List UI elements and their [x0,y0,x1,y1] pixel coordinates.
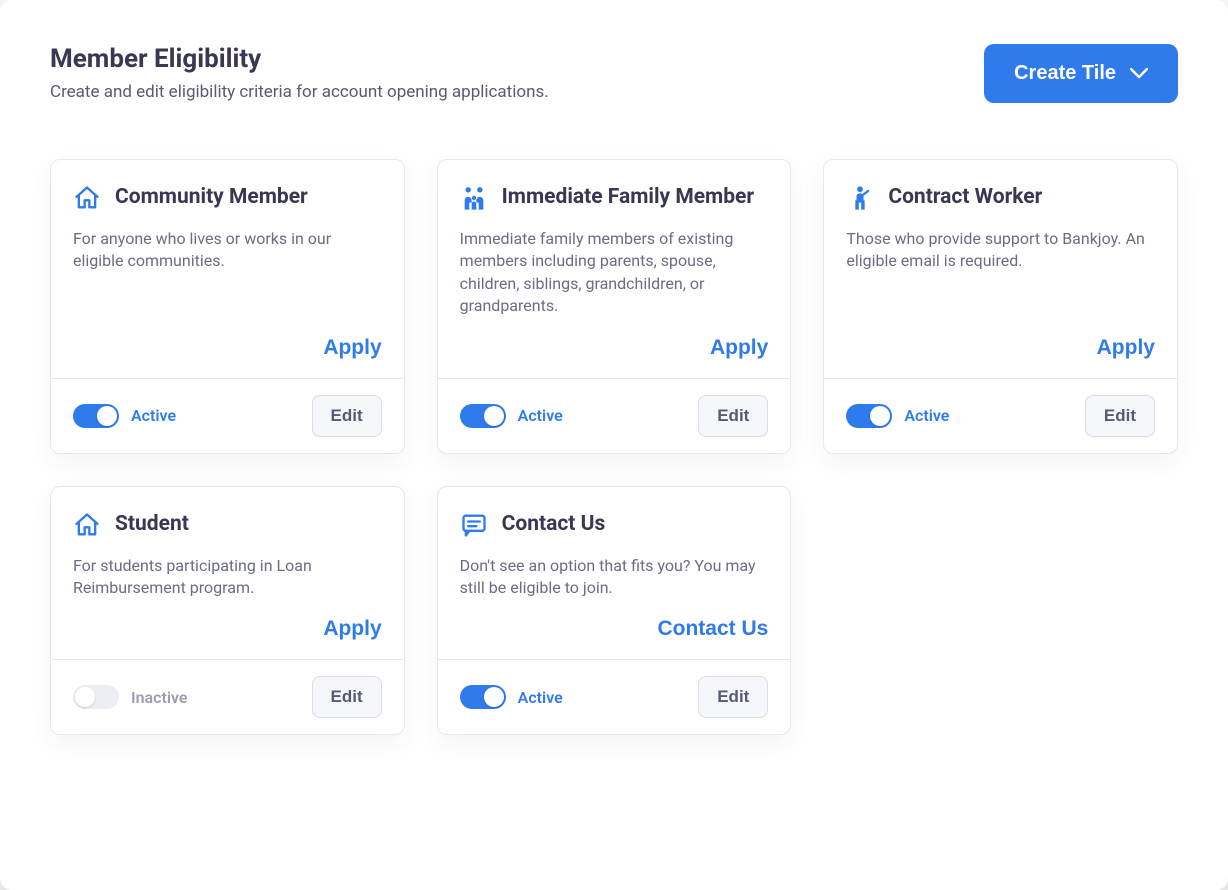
eligibility-tile: Contact Us Don't see an option that fits … [437,486,792,736]
tile-action-row: Contact Us [460,599,769,659]
tile-footer: Active Edit [438,378,791,453]
tile-body: Immediate Family Member Immediate family … [438,160,791,378]
eligibility-tile: Student For students participating in Loa… [50,486,405,736]
status-label: Active [518,406,563,425]
tile-description: For students participating in Loan Reimb… [73,555,382,600]
tile-footer: Active Edit [824,378,1177,453]
edit-button[interactable]: Edit [698,395,768,437]
tile-action-row: Apply [73,318,382,378]
tile-title: Immediate Family Member [502,185,754,210]
active-toggle[interactable] [73,685,119,709]
status-label: Active [131,406,176,425]
tile-title: Contract Worker [888,185,1042,210]
house-icon [73,511,101,539]
page-header-left: Member Eligibility Create and edit eligi… [50,44,549,102]
tile-action-row: Apply [73,599,382,659]
active-toggle[interactable] [846,404,892,428]
tile-title-row: Student [73,511,382,539]
tile-body: Community Member For anyone who lives or … [51,160,404,378]
apply-link[interactable]: Apply [323,617,381,641]
edit-button[interactable]: Edit [312,676,382,718]
family-icon [460,184,488,212]
tile-action-row: Apply [460,318,769,378]
edit-button[interactable]: Edit [698,676,768,718]
tile-footer: Inactive Edit [51,659,404,734]
tile-title-row: Contract Worker [846,184,1155,212]
tile-title-row: Immediate Family Member [460,184,769,212]
status-label: Active [518,688,563,707]
status-group: Active [460,685,563,709]
tile-grid: Community Member For anyone who lives or … [50,159,1178,735]
person-icon [846,184,874,212]
tile-action-row: Apply [846,318,1155,378]
tile-title: Contact Us [502,512,606,537]
tile-title-row: Contact Us [460,511,769,539]
edit-button[interactable]: Edit [1085,395,1155,437]
tile-footer: Active Edit [51,378,404,453]
eligibility-tile: Contract Worker Those who provide support… [823,159,1178,454]
contact-us-link[interactable]: Contact Us [657,617,768,641]
house-icon [73,184,101,212]
page-title: Member Eligibility [50,44,549,74]
chevron-down-icon [1130,62,1148,85]
tile-body: Student For students participating in Loa… [51,487,404,660]
active-toggle[interactable] [73,404,119,428]
tile-description: For anyone who lives or works in our eli… [73,228,382,318]
create-tile-label: Create Tile [1014,62,1116,85]
active-toggle[interactable] [460,685,506,709]
tile-body: Contact Us Don't see an option that fits … [438,487,791,660]
edit-button[interactable]: Edit [312,395,382,437]
tile-description: Don't see an option that fits you? You m… [460,555,769,600]
status-group: Active [846,404,949,428]
eligibility-tile: Immediate Family Member Immediate family … [437,159,792,454]
status-group: Active [460,404,563,428]
tile-title: Student [115,512,189,537]
tile-description: Those who provide support to Bankjoy. An… [846,228,1155,318]
apply-link[interactable]: Apply [1097,336,1155,360]
tile-description: Immediate family members of existing mem… [460,228,769,318]
tile-body: Contract Worker Those who provide support… [824,160,1177,378]
create-tile-button[interactable]: Create Tile [984,44,1178,103]
tile-title: Community Member [115,185,308,210]
tile-footer: Active Edit [438,659,791,734]
chat-icon [460,511,488,539]
tile-title-row: Community Member [73,184,382,212]
status-group: Inactive [73,685,188,709]
page-header: Member Eligibility Create and edit eligi… [50,44,1178,103]
apply-link[interactable]: Apply [323,336,381,360]
status-label: Active [904,406,949,425]
eligibility-page: Member Eligibility Create and edit eligi… [0,0,1228,890]
status-group: Active [73,404,176,428]
apply-link[interactable]: Apply [710,336,768,360]
active-toggle[interactable] [460,404,506,428]
status-label: Inactive [131,688,188,707]
page-subtitle: Create and edit eligibility criteria for… [50,82,549,102]
eligibility-tile: Community Member For anyone who lives or … [50,159,405,454]
